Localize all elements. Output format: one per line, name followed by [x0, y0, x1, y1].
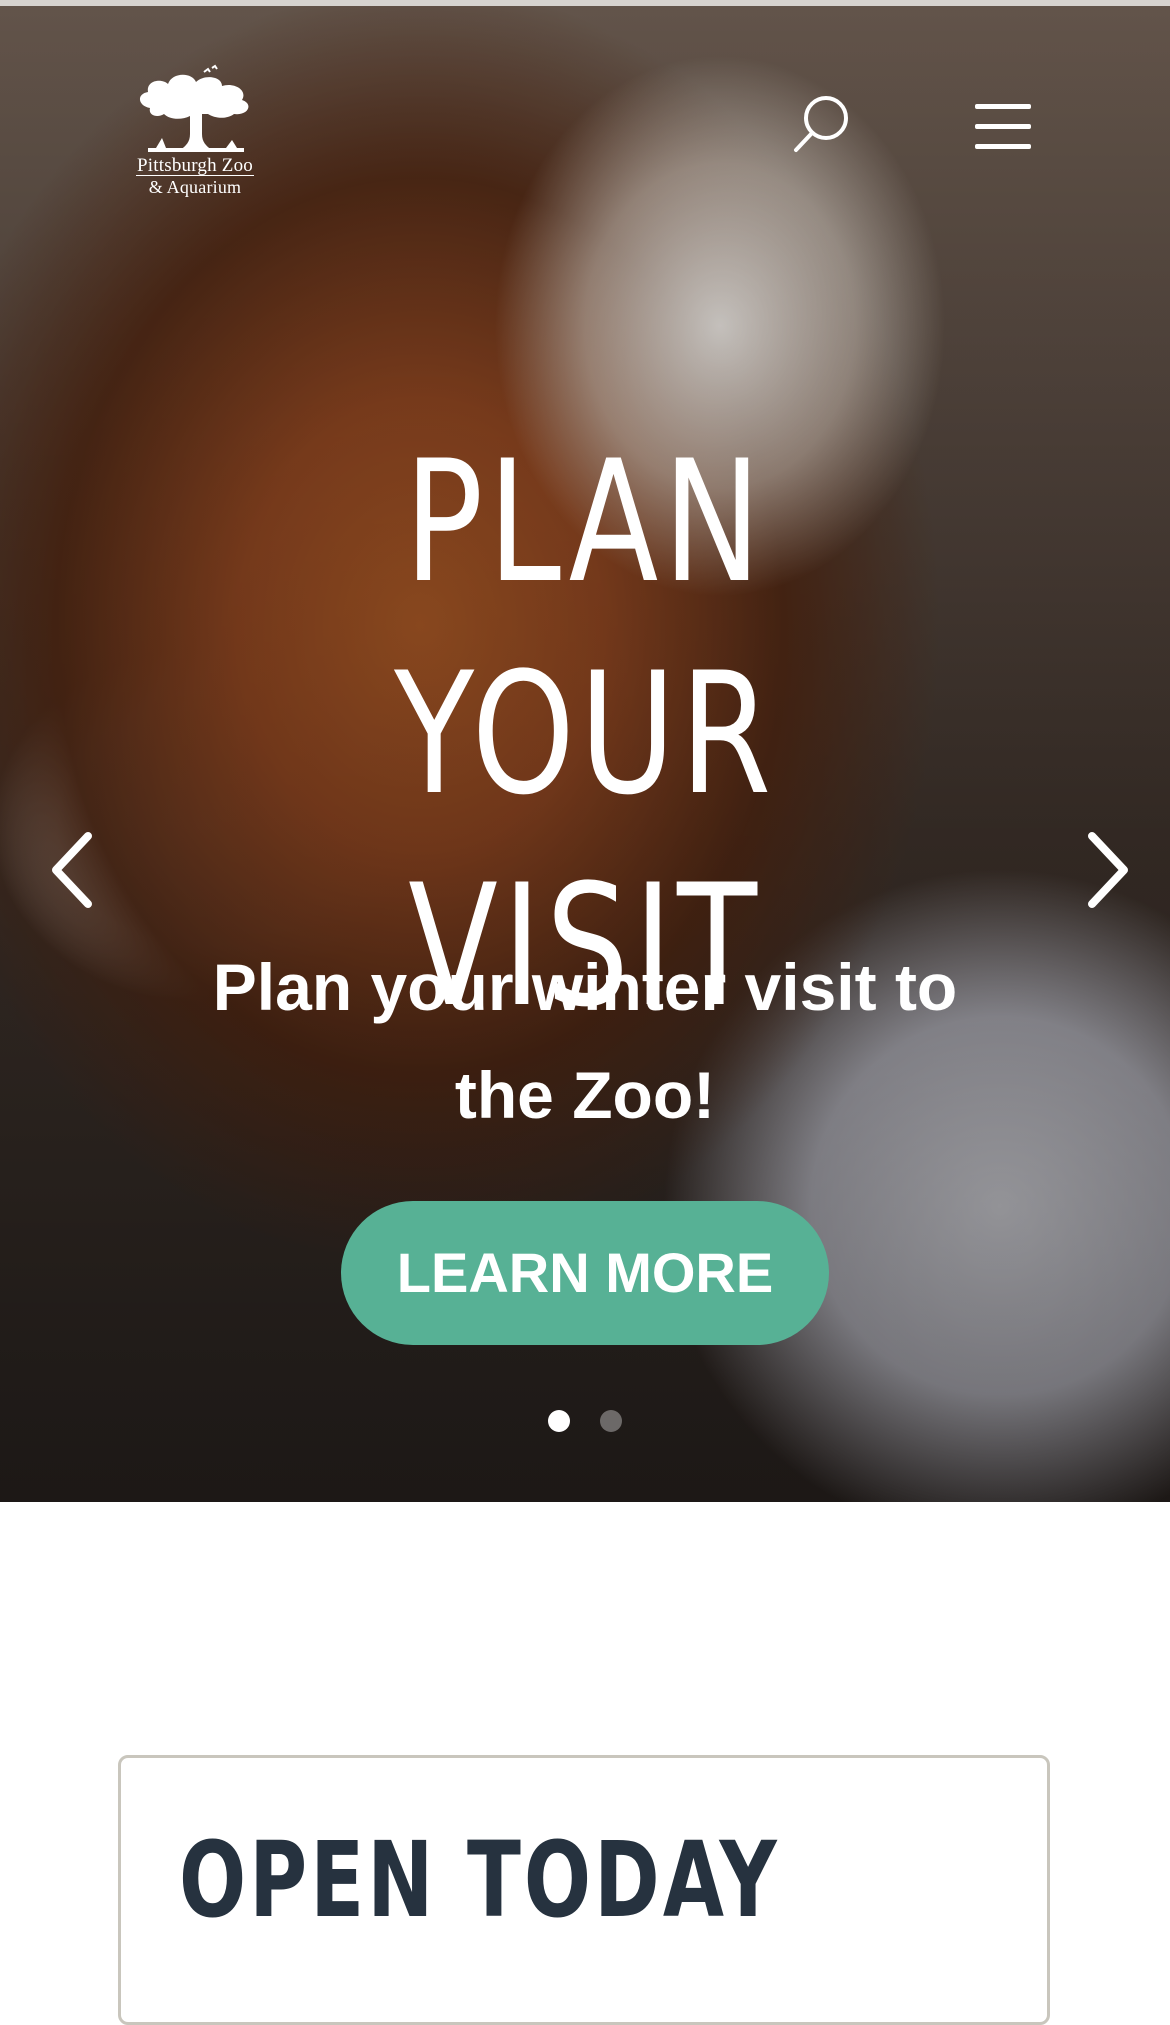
search-button[interactable]: [790, 94, 852, 156]
slider-prev-button[interactable]: [44, 828, 104, 912]
menu-button[interactable]: [970, 102, 1036, 156]
slider-dots: [0, 1406, 1170, 1436]
learn-more-button[interactable]: LEARN MORE: [341, 1201, 829, 1345]
hero-content: Pittsburgh Zoo & Aquarium PLAN YOUR VISI…: [0, 6, 1170, 1502]
chevron-right-icon: [1088, 832, 1128, 908]
hero-slider: Pittsburgh Zoo & Aquarium PLAN YOUR VISI…: [0, 6, 1170, 1502]
chevron-left-icon: [52, 832, 92, 908]
slider-next-button[interactable]: [1076, 828, 1136, 912]
search-icon: [794, 96, 848, 152]
site-logo[interactable]: Pittsburgh Zoo & Aquarium: [130, 64, 260, 200]
slider-dot-2[interactable]: [600, 1410, 622, 1432]
hamburger-menu-icon: [975, 104, 1031, 109]
hamburger-menu-icon-bar: [975, 124, 1031, 129]
logo-line1: Pittsburgh Zoo: [137, 155, 253, 176]
tree-logo-icon: [139, 64, 249, 152]
hero-subtitle: Plan your winter visit to the Zoo!: [212, 950, 958, 1132]
slider-dot-1[interactable]: [548, 1410, 570, 1432]
open-today-card: OPEN TODAY: [118, 1755, 1050, 2025]
hamburger-menu-icon-bar: [975, 144, 1031, 149]
logo-line2: & Aquarium: [148, 177, 242, 197]
open-today-title: OPEN TODAY: [179, 1819, 780, 1941]
